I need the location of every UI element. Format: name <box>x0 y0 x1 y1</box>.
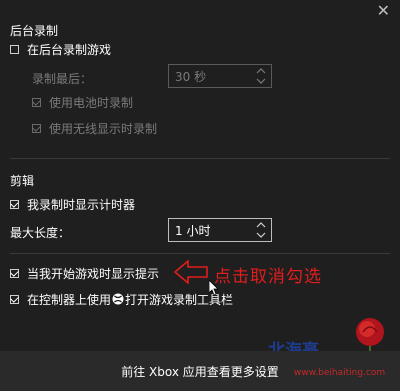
close-button[interactable]: ✕ <box>377 3 390 19</box>
checkbox-box[interactable] <box>10 199 19 209</box>
use-controller-checkbox[interactable]: 在控制器上使用 打开游戏录制工具栏 <box>10 291 233 307</box>
show-tips-label: 当我开始游戏时显示提示 <box>27 266 160 281</box>
game-dvr-settings-panel: ✕ 后台录制 在后台录制游戏 录制最后： 30 秒 使用电池时录制 使用无线显示… <box>0 0 400 391</box>
record-last-label: 录制最后： <box>32 72 93 86</box>
max-length-label: 最大长度： <box>10 226 71 240</box>
annotation-text: 点击取消勾选 <box>214 267 322 287</box>
section-divider <box>10 158 390 159</box>
use-wireless-display-label: 使用无线显示时录制 <box>49 121 158 136</box>
checkbox-box[interactable] <box>32 97 41 107</box>
record-last-spinner[interactable]: 30 秒 <box>168 64 272 88</box>
mouse-cursor-icon <box>209 280 219 296</box>
max-length-value: 1 小时 <box>175 223 211 238</box>
watermark-url: www.beihaiting.com <box>294 368 386 378</box>
record-last-value: 30 秒 <box>175 69 207 84</box>
checkbox-box[interactable] <box>10 294 19 304</box>
checkbox-box[interactable] <box>10 44 19 54</box>
spinner-arrows-icon[interactable] <box>256 67 266 85</box>
use-battery-checkbox[interactable]: 使用电池时录制 <box>32 94 133 110</box>
record-in-background-label: 在后台录制游戏 <box>27 42 112 57</box>
use-battery-label: 使用电池时录制 <box>49 95 134 110</box>
show-timer-checkbox[interactable]: 我录制时显示计时器 <box>10 196 135 212</box>
show-tips-checkbox[interactable]: 当我开始游戏时显示提示 <box>10 265 159 281</box>
section-divider <box>10 253 390 254</box>
use-controller-label-before: 在控制器上使用 <box>27 292 112 307</box>
xbox-app-settings-link[interactable]: 前往 Xbox 应用查看更多设置 <box>121 363 279 380</box>
use-wireless-display-checkbox[interactable]: 使用无线显示时录制 <box>32 120 157 136</box>
section-title-clips: 剪辑 <box>10 174 35 188</box>
max-length-spinner[interactable]: 1 小时 <box>168 218 272 242</box>
xbox-logo-icon <box>112 293 124 305</box>
checkbox-box[interactable] <box>10 268 19 278</box>
checkbox-box[interactable] <box>32 123 41 133</box>
spinner-arrows-icon[interactable] <box>256 221 266 239</box>
record-in-background-checkbox[interactable]: 在后台录制游戏 <box>10 41 111 57</box>
show-timer-label: 我录制时显示计时器 <box>27 197 136 212</box>
section-title-background-recording: 后台录制 <box>10 24 59 38</box>
annotation-arrow-icon <box>174 260 208 284</box>
